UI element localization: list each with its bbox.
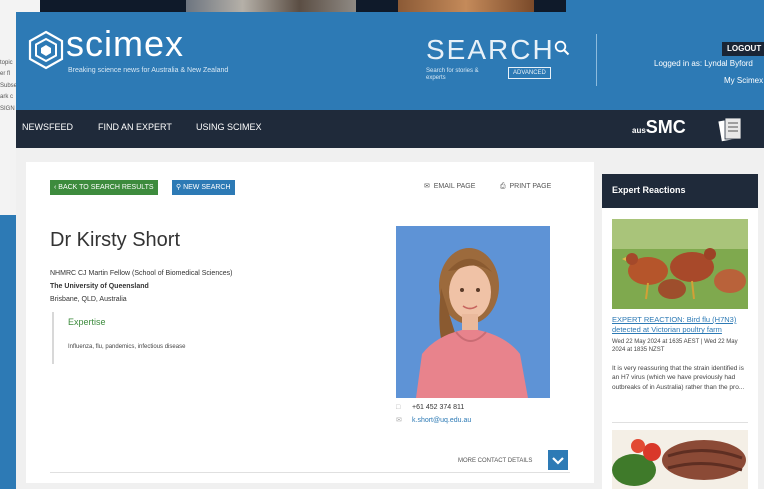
mail-icon: ✉ [396, 417, 402, 424]
search-subtext: Search for stories & experts [426, 68, 479, 82]
expert-reactions-sidebar: Expert Reactions EXPERT REACTION: Bird f… [602, 174, 758, 489]
search-area[interactable]: SEARCH Search for stories & experts ADVA… [426, 36, 576, 86]
reaction-excerpt: It is very reassuring that the strain id… [612, 365, 745, 391]
advanced-search-button[interactable]: ADVANCED [508, 67, 551, 79]
envelope-icon: ✉ [424, 183, 434, 190]
reaction-date: Wed 22 May 2024 at 1635 AEST | Wed 22 Ma… [612, 339, 738, 353]
expert-location: Brisbane, QLD, Australia [50, 296, 127, 303]
expert-organisation[interactable]: The University of Queensland [50, 283, 149, 290]
email-contact[interactable]: ✉ k.short@uq.edu.au [396, 417, 471, 424]
reaction-headline-link[interactable]: EXPERT REACTION: Bird flu (H7N3) detecte… [612, 315, 750, 335]
background-photo [398, 0, 534, 12]
nav-item-newsfeed[interactable]: NEWSFEED [22, 123, 73, 132]
divider [596, 34, 597, 86]
nav-item-using-scimex[interactable]: USING SCIMEX [196, 123, 262, 132]
email-page-link[interactable]: ✉ EMAIL PAGE [424, 183, 475, 190]
phone-contact: □ +61 452 374 811 [396, 404, 465, 411]
nav-item-find-an-expert[interactable]: FIND AN EXPERT [98, 123, 172, 132]
background-blue-panel [566, 0, 764, 12]
new-search-button[interactable]: ⚲ NEW SEARCH [172, 180, 235, 195]
masthead: scimex Breaking science news for Austral… [16, 12, 764, 110]
search-heading[interactable]: SEARCH [426, 36, 555, 64]
logout-button[interactable]: LOGOUT [722, 42, 764, 56]
back-to-search-results-button[interactable]: ‹ BACK TO SEARCH RESULTS [50, 180, 158, 195]
tagline: Breaking science news for Australia & Ne… [68, 67, 229, 74]
expert-position: NHMRC CJ Martin Fellow (School of Biomed… [50, 270, 233, 277]
background-photo [186, 0, 356, 12]
logged-in-status: Logged in as: Lyndal Byford [654, 59, 753, 68]
search-icon[interactable] [554, 40, 570, 56]
document-icon[interactable] [716, 115, 746, 143]
logo-text[interactable]: scimex [66, 26, 184, 62]
printer-icon: ⎙ [500, 183, 510, 190]
sidebar-header: Expert Reactions [602, 174, 758, 208]
expert-name: Dr Kirsty Short [50, 229, 181, 251]
chevron-down-icon[interactable] [548, 450, 568, 470]
main-nav: NEWSFEED FIND AN EXPERT USING SCIMEX aus… [16, 110, 764, 148]
reaction-image[interactable] [612, 219, 748, 309]
divider [50, 472, 570, 473]
print-page-link[interactable]: ⎙ PRINT PAGE [500, 183, 551, 190]
expertise-topics: Influenza, flu, pandemics, infectious di… [68, 344, 186, 350]
aussmc-logo[interactable]: ausSMC [632, 118, 686, 138]
expertise-heading: Expertise [68, 317, 106, 327]
phone-icon: □ [396, 404, 401, 411]
divider [612, 422, 748, 423]
scimex-logo-icon[interactable] [26, 30, 66, 70]
expert-photo [396, 226, 550, 398]
reaction-image[interactable] [612, 430, 748, 489]
my-scimex-link[interactable]: My Scimex [724, 77, 763, 85]
sidebar-title: Expert Reactions [612, 185, 686, 195]
expertise-box: Expertise Influenza, flu, pandemics, inf… [52, 312, 232, 364]
more-contact-details-label[interactable]: MORE CONTACT DETAILS [458, 458, 532, 464]
